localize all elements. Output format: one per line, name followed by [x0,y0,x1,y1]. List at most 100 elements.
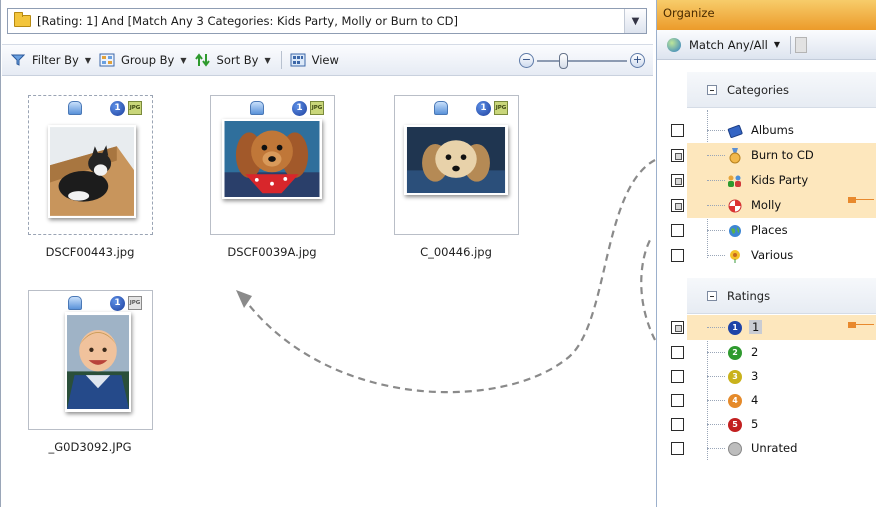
album-icon [727,123,743,139]
tree-branch [707,400,725,401]
rating-row-5[interactable]: 5 5 [657,412,876,437]
rating-badge: 5 [728,418,742,432]
ratings-section-header[interactable]: Ratings [687,278,876,314]
rating-row-1[interactable]: 1 1 [657,315,876,340]
photo-organizer-window: [Rating: 1] And [Match Any 3 Categories:… [0,0,876,507]
rating-badge-icon: 1 [110,101,125,116]
category-checkbox[interactable] [671,224,684,237]
rating-label: 3 [751,369,759,383]
thumbnail-item[interactable]: 1 JPG C_00446.jpg [394,95,519,259]
tree-branch [707,205,725,206]
browser-toolbar: Filter By ▼ Group By ▼ Sort By ▼ View − … [2,44,653,76]
rating-badge-icon: 1 [292,101,307,116]
globe-icon [727,223,743,239]
category-label: Albums [751,123,794,137]
rating-badge: 3 [728,370,742,384]
zoom-in-icon[interactable]: + [630,53,645,68]
tag-icon [250,101,264,115]
group-by-label: Group By [121,53,175,67]
thumbnail-filename: C_00446.jpg [420,245,492,259]
jpg-format-icon: JPG [494,101,508,115]
photo-image [48,125,136,218]
view-button[interactable]: View [290,52,339,68]
category-row-various[interactable]: Various [657,243,876,268]
zoom-track [537,60,627,62]
filter-by-button[interactable]: Filter By ▼ [10,52,91,68]
rating-row-4[interactable]: 4 4 [657,388,876,413]
ratings-label: Ratings [727,288,771,303]
category-label: Kids Party [751,173,809,187]
tag-tree: Categories Albums Burn to CD Kids Party … [671,60,876,507]
photo-image [222,119,322,199]
organize-pane: Organize Match Any/All ▼ Categories Albu… [656,0,876,507]
collapse-icon[interactable] [707,290,717,301]
category-checkbox[interactable] [671,174,684,187]
toolbar-divider [790,35,791,54]
category-row-molly[interactable]: Molly [657,193,876,218]
category-row-places[interactable]: Places [657,218,876,243]
new-tag-icon[interactable] [795,36,807,53]
rating-3-icon: 3 [727,369,743,385]
browser-pane: [Rating: 1] And [Match Any 3 Categories:… [0,0,653,507]
thumbnail-item[interactable]: 1 JPG DSCF0039A.jpg [210,95,335,259]
people-icon [727,173,743,189]
filter-icon [10,52,26,68]
photo-image [404,125,508,195]
thumbnail-item[interactable]: 1 JPG _G0D3092.JPG [28,290,153,454]
category-checkbox[interactable] [671,149,684,162]
rating-5-icon: 5 [727,417,743,433]
zoom-thumb[interactable] [559,53,568,69]
rating-badge: 4 [728,394,742,408]
rating-checkbox[interactable] [671,346,684,359]
tree-branch [707,327,725,328]
category-row-burn-to-cd[interactable]: Burn to CD [657,143,876,168]
chevron-down-icon: ▼ [84,55,91,65]
callout-marker [848,197,874,203]
tree-branch [707,180,725,181]
jpg-format-icon: JPG [128,296,142,310]
sort-by-button[interactable]: Sort By ▼ [194,52,271,68]
category-checkbox[interactable] [671,199,684,212]
zoom-out-icon[interactable]: − [519,53,534,68]
thumbnail-filename: _G0D3092.JPG [48,440,132,454]
thumbnail-item[interactable]: 1 JPG DSCF00443.jpg [28,95,153,259]
rating-2-icon: 2 [727,345,743,361]
category-label: Molly [751,198,782,212]
rating-badge-icon: 1 [110,296,125,311]
match-label: Match Any/All [689,37,768,52]
unrated-icon [727,441,743,457]
category-row-kids-party[interactable]: Kids Party [657,168,876,193]
rating-checkbox[interactable] [671,442,684,455]
categories-section-header[interactable]: Categories [687,72,876,108]
group-by-button[interactable]: Group By ▼ [99,52,187,68]
category-checkbox[interactable] [671,124,684,137]
flower-icon [727,248,743,264]
search-query-text: [Rating: 1] And [Match Any 3 Categories:… [37,14,458,28]
category-checkbox[interactable] [671,249,684,262]
rating-row-unrated[interactable]: Unrated [657,436,876,461]
rating-checkbox[interactable] [671,394,684,407]
thumbnail-filename: DSCF0039A.jpg [227,245,317,259]
tree-branch [707,255,725,256]
view-label: View [311,53,339,67]
thumbnail-filename: DSCF00443.jpg [45,245,135,259]
collapse-icon[interactable] [707,84,717,95]
sort-icon [194,52,211,68]
search-query-bar[interactable]: [Rating: 1] And [Match Any 3 Categories:… [7,8,647,34]
zoom-slider[interactable]: − + [519,52,645,70]
rating-label: 1 [749,320,763,334]
rating-row-2[interactable]: 2 2 [657,340,876,365]
category-row-albums[interactable]: Albums [657,118,876,143]
rating-checkbox[interactable] [671,321,684,334]
jpg-format-icon: JPG [310,101,324,115]
rating-badge: 2 [728,346,742,360]
photo-image [65,312,131,412]
match-any-all-button[interactable]: Match Any/All ▼ [657,30,876,60]
group-icon [99,52,115,68]
rating-checkbox[interactable] [671,370,684,383]
rating-row-3[interactable]: 3 3 [657,364,876,389]
sort-by-label: Sort By [216,53,259,67]
query-dropdown-button[interactable]: ▼ [624,9,646,33]
tag-icon [434,101,448,115]
rating-checkbox[interactable] [671,418,684,431]
